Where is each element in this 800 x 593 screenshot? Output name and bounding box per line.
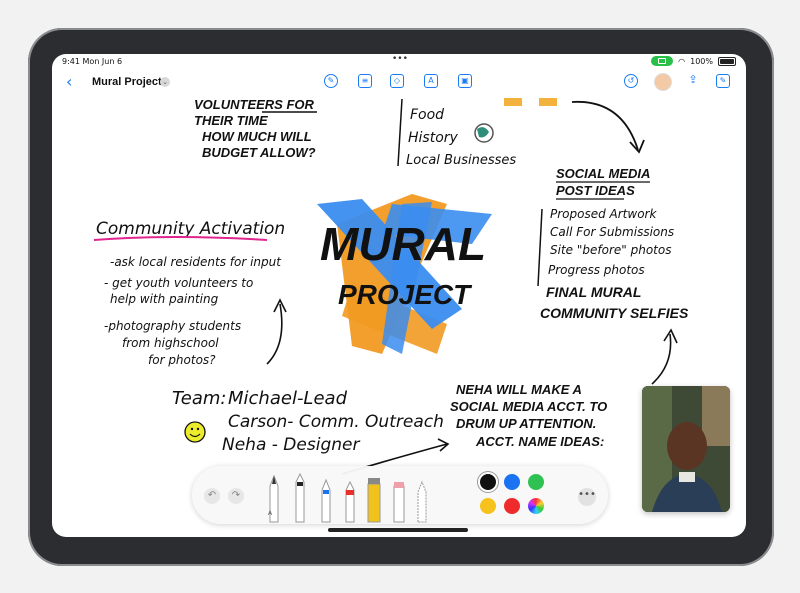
social-media-note: SOCIAL MEDIA POST IDEAS Proposed Artwork… bbox=[537, 166, 689, 385]
watercolor-tool[interactable] bbox=[367, 478, 381, 523]
topic-item: History bbox=[408, 130, 459, 146]
topic-item: Local Businesses bbox=[406, 153, 516, 168]
status-time: 9:41 bbox=[62, 57, 80, 66]
tool-label: A bbox=[268, 510, 273, 517]
social-bold-item: FINAL MURAL bbox=[546, 284, 641, 300]
wifi-icon: ◠ bbox=[678, 56, 686, 66]
pen-tool-icon[interactable]: ✎ bbox=[324, 74, 338, 88]
color-swatch-blue[interactable] bbox=[504, 474, 520, 490]
undo-button[interactable]: ↶ bbox=[204, 488, 220, 504]
color-picker-wheel-icon[interactable] bbox=[528, 498, 544, 514]
community-item: for photos? bbox=[148, 353, 216, 367]
volunteers-line: HOW MUCH WILL bbox=[202, 129, 312, 144]
color-swatch-black[interactable] bbox=[480, 474, 496, 490]
community-item: help with painting bbox=[110, 292, 219, 306]
volunteers-note: VOLUNTEERS FOR THEIR TIME HOW MUCH WILL … bbox=[194, 97, 317, 160]
neha-note: NEHA WILL MAKE A SOCIAL MEDIA ACCT. TO D… bbox=[450, 382, 607, 449]
social-item: Site "before" photos bbox=[550, 243, 671, 257]
board-title[interactable]: Mural Project bbox=[92, 76, 162, 88]
drawing-tools bbox=[269, 472, 427, 523]
collaborators-avatar-icon[interactable] bbox=[654, 73, 672, 91]
share-icon[interactable]: ⇪ bbox=[686, 74, 700, 88]
neha-line: ACCT. NAME IDEAS: bbox=[475, 434, 604, 449]
neha-line: DRUM UP ATTENTION. bbox=[456, 416, 596, 431]
community-item: - get youth volunteers to bbox=[104, 276, 253, 290]
social-bold-item: COMMUNITY SELFIES bbox=[540, 305, 689, 321]
community-item: -photography students bbox=[104, 319, 241, 333]
volunteers-line: THEIR TIME bbox=[194, 113, 268, 128]
community-item: -ask local residents for input bbox=[110, 255, 282, 269]
facetime-video-tile[interactable] bbox=[642, 386, 730, 512]
social-heading: POST IDEAS bbox=[556, 183, 635, 198]
back-button[interactable]: ‹ bbox=[66, 74, 72, 90]
team-heading: Team: bbox=[172, 388, 226, 409]
social-item: Call For Submissions bbox=[550, 225, 674, 239]
arrow-doodle bbox=[571, 101, 639, 151]
mural-title-line1: MURAL bbox=[320, 218, 486, 270]
team-note: Team: Michael-Lead Carson- Comm. Outreac… bbox=[172, 388, 450, 475]
sticker-doodle-icon bbox=[539, 98, 557, 106]
redo-button[interactable]: ↷ bbox=[228, 488, 244, 504]
media-icon[interactable]: ▣ bbox=[458, 74, 472, 88]
community-item: from highschool bbox=[122, 336, 219, 350]
monoline-tool[interactable] bbox=[295, 472, 305, 523]
palette-more-button[interactable]: ••• bbox=[578, 488, 596, 506]
battery-percent: 100% bbox=[690, 56, 713, 66]
social-item: Proposed Artwork bbox=[550, 207, 657, 221]
team-item: Carson- Comm. Outreach bbox=[228, 412, 444, 432]
marker-tool[interactable] bbox=[345, 480, 355, 523]
status-date: Mon Jun 6 bbox=[82, 57, 123, 66]
team-item: Michael-Lead bbox=[228, 388, 348, 409]
battery-icon bbox=[718, 56, 736, 66]
neha-line: NEHA WILL MAKE A bbox=[456, 382, 582, 397]
title-menu-chevron-icon[interactable]: ⌄ bbox=[160, 77, 170, 87]
note-card-icon[interactable]: ≡ bbox=[358, 74, 372, 88]
history-icon[interactable]: ↺ bbox=[624, 74, 638, 88]
text-box-icon[interactable]: A bbox=[424, 74, 438, 88]
compose-icon[interactable]: ✎ bbox=[716, 74, 730, 88]
app-screen: MURAL PROJECT VOLUNTEERS FOR THEIR TIME … bbox=[52, 54, 746, 537]
fountain-pen-tool[interactable] bbox=[321, 478, 331, 523]
community-activation-note: Community Activation -ask local resident… bbox=[93, 219, 287, 367]
eraser-tool[interactable] bbox=[393, 482, 405, 523]
topic-list: Food History Local Businesses bbox=[397, 98, 557, 168]
mural-title-line2: PROJECT bbox=[338, 279, 473, 310]
volunteers-line: VOLUNTEERS FOR bbox=[194, 97, 315, 112]
color-swatch-yellow[interactable] bbox=[480, 498, 496, 514]
drawing-tool-palette: ↶ ↷ A ••• bbox=[192, 466, 608, 524]
social-heading: SOCIAL MEDIA bbox=[556, 166, 650, 181]
lasso-tool[interactable] bbox=[417, 480, 427, 523]
volunteers-line: BUDGET ALLOW? bbox=[202, 145, 316, 160]
status-bar: 9:41 Mon Jun 6 ••• ◠ 100% bbox=[52, 54, 746, 68]
team-item: Neha - Designer bbox=[222, 435, 360, 455]
smiley-doodle-icon bbox=[184, 421, 206, 443]
topic-item: Food bbox=[410, 107, 444, 123]
neha-line: SOCIAL MEDIA ACCT. TO bbox=[450, 399, 607, 414]
sticker-doodle-icon bbox=[504, 98, 522, 106]
home-indicator[interactable] bbox=[328, 528, 468, 532]
color-swatch-red[interactable] bbox=[504, 498, 520, 514]
color-swatch-green[interactable] bbox=[528, 474, 544, 490]
multitasking-dots[interactable]: ••• bbox=[392, 54, 408, 64]
caller-video-feed bbox=[642, 386, 730, 512]
community-heading: Community Activation bbox=[96, 219, 285, 239]
camera-in-use-indicator bbox=[651, 56, 674, 66]
app-toolbar: ‹ Mural Project ⌄ ✎ ≡ ◇ A ▣ ↺ ⇪ ✎ bbox=[52, 72, 746, 96]
shapes-icon[interactable]: ◇ bbox=[390, 74, 404, 88]
social-item: Progress photos bbox=[548, 263, 645, 277]
